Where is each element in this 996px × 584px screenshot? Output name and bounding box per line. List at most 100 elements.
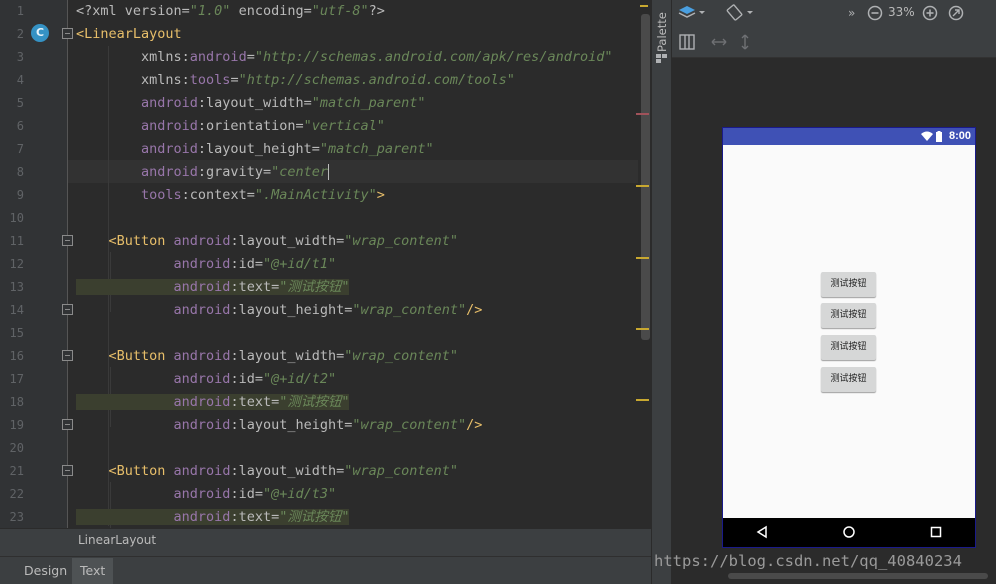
preview-scrollbar[interactable]: [688, 573, 996, 581]
line-number: 3: [16, 50, 24, 64]
code-token: <LinearLayout: [76, 26, 182, 42]
zoom-to-fit-icon[interactable]: [948, 5, 964, 21]
vertical-scrollbar[interactable]: [641, 14, 650, 340]
code-line[interactable]: android:layout_height="match_parent": [76, 138, 434, 161]
preview-scrollbar-thumb[interactable]: [728, 573, 988, 579]
warning-marker[interactable]: [636, 257, 649, 259]
back-icon[interactable]: [755, 525, 769, 539]
home-icon[interactable]: [842, 525, 856, 539]
code-line[interactable]: android:layout_width="match_parent": [76, 92, 426, 115]
breadcrumb-item[interactable]: LinearLayout: [78, 533, 156, 547]
more-chevron-icon[interactable]: »: [848, 5, 855, 21]
code-token: :text=: [230, 394, 280, 410]
warning-marker[interactable]: [636, 328, 649, 330]
line-number: 12: [9, 257, 24, 271]
code-line[interactable]: tools:context=".MainActivity">: [76, 184, 385, 207]
layout-preview-panel: » 33% 8:00 测试按钮 测试按钮 测试按钮 测试按钮 https://b…: [654, 0, 996, 584]
code-token: "match_parent": [311, 95, 426, 111]
code-token: android: [76, 256, 231, 272]
code-token: android: [173, 463, 231, 479]
code-token: "wrap_content": [352, 417, 467, 433]
code-line[interactable]: xmlns:android="http://schemas.android.co…: [76, 46, 612, 69]
code-token: android: [76, 141, 198, 157]
zoom-in-icon[interactable]: [922, 5, 938, 21]
warning-marker[interactable]: [640, 5, 648, 7]
line-number: 7: [16, 142, 24, 156]
code-token: android: [76, 486, 231, 502]
code-line[interactable]: xmlns:tools="http://schemas.android.com/…: [76, 69, 515, 92]
app-content: 测试按钮 测试按钮 测试按钮 测试按钮: [723, 145, 975, 518]
code-token: =: [230, 72, 239, 88]
line-number: 10: [9, 211, 24, 225]
code-token: encoding=: [230, 3, 312, 19]
horizontal-resize-icon[interactable]: [710, 35, 728, 49]
warning-marker[interactable]: [636, 399, 649, 401]
blueprint-toggle-icon[interactable]: [679, 34, 695, 50]
preview-button-t3[interactable]: 测试按钮: [821, 335, 876, 360]
code-token: :text=: [230, 509, 280, 525]
recents-icon[interactable]: [929, 525, 943, 539]
palette-icon[interactable]: [656, 54, 668, 64]
tab-text[interactable]: Text: [72, 558, 114, 584]
code-line[interactable]: android:id="@+id/t1": [76, 253, 337, 276]
device-preview[interactable]: 8:00 测试按钮 测试按钮 测试按钮 测试按钮: [722, 127, 976, 548]
line-number: 8: [16, 165, 24, 179]
wifi-battery-icon: [921, 131, 942, 142]
code-token: :layout_height=: [230, 417, 353, 433]
code-line[interactable]: android:text="测试按钮": [76, 506, 350, 528]
code-token: :context=: [181, 187, 255, 203]
code-line[interactable]: <Button android:layout_width="wrap_conte…: [76, 230, 459, 253]
code-line[interactable]: android:orientation="vertical": [76, 115, 385, 138]
preview-button-t2[interactable]: 测试按钮: [821, 303, 876, 328]
zoom-out-icon[interactable]: [867, 5, 883, 21]
code-area[interactable]: <?xml version="1.0" encoding="utf-8"?> <L…: [68, 0, 638, 528]
breadcrumb[interactable]: LinearLayout: [0, 528, 651, 552]
line-number: 9: [16, 188, 24, 202]
code-token: android: [76, 509, 231, 525]
code-token: "center: [271, 164, 328, 180]
code-token: android: [76, 417, 231, 433]
tab-design[interactable]: Design: [16, 558, 75, 584]
code-line[interactable]: android:layout_height="wrap_content"/>: [76, 299, 483, 322]
palette-strip[interactable]: Palette: [651, 0, 672, 584]
palette-label[interactable]: Palette: [655, 12, 669, 52]
code-token: :id=: [230, 371, 263, 387]
code-token: :id=: [230, 486, 263, 502]
code-line[interactable]: android:id="@+id/t2": [76, 368, 337, 391]
code-token: "测试按钮": [279, 279, 350, 295]
code-token: "wrap_content": [344, 233, 459, 249]
code-line[interactable]: android:text="测试按钮": [76, 276, 350, 299]
code-editor[interactable]: 1 2 3 4 5 6 7 8 9 10 11 12 13 14 15 16 17 18 19 20 21 22 23 C …: [0, 0, 651, 528]
warning-marker[interactable]: [636, 185, 649, 187]
code-token: "http://schemas.android.com/tools": [238, 72, 515, 88]
code-line[interactable]: <?xml version="1.0" encoding="utf-8"?>: [76, 0, 385, 23]
code-token: :gravity=: [197, 164, 272, 180]
code-line[interactable]: <LinearLayout: [76, 23, 182, 46]
code-token: "utf-8": [311, 3, 369, 19]
line-number: 21: [9, 464, 24, 478]
editor-tabs: Design Text: [0, 556, 651, 584]
code-line[interactable]: android:gravity="center: [76, 161, 329, 184]
preview-button-t1[interactable]: 测试按钮: [821, 272, 876, 297]
code-token: <?xml version=: [76, 3, 190, 19]
preview-button-t4[interactable]: 测试按钮: [821, 367, 876, 392]
code-line[interactable]: android:id="@+id/t3": [76, 483, 337, 506]
code-line[interactable]: <Button android:layout_width="wrap_conte…: [76, 345, 459, 368]
code-line[interactable]: android:text="测试按钮": [76, 391, 350, 414]
line-number: 18: [9, 395, 24, 409]
code-token: "vertical": [303, 118, 385, 134]
rotate-device-icon[interactable]: [726, 4, 754, 22]
line-number: 6: [16, 119, 24, 133]
vertical-resize-icon[interactable]: [738, 33, 752, 51]
code-token: "测试按钮": [279, 509, 350, 525]
error-marker[interactable]: [636, 113, 649, 115]
code-line[interactable]: <Button android:layout_width="wrap_conte…: [76, 460, 459, 483]
editor-gutter: 1 2 3 4 5 6 7 8 9 10 11 12 13 14 15 16 17 18 19 20 21 22 23 C: [0, 0, 94, 528]
code-token: android: [76, 164, 198, 180]
line-number: 20: [9, 441, 24, 455]
code-token: :layout_height=: [230, 302, 353, 318]
layers-icon[interactable]: [678, 4, 706, 22]
class-badge-icon[interactable]: C: [31, 24, 49, 42]
code-line[interactable]: android:layout_height="wrap_content"/>: [76, 414, 483, 437]
code-token: <Button: [76, 463, 174, 479]
